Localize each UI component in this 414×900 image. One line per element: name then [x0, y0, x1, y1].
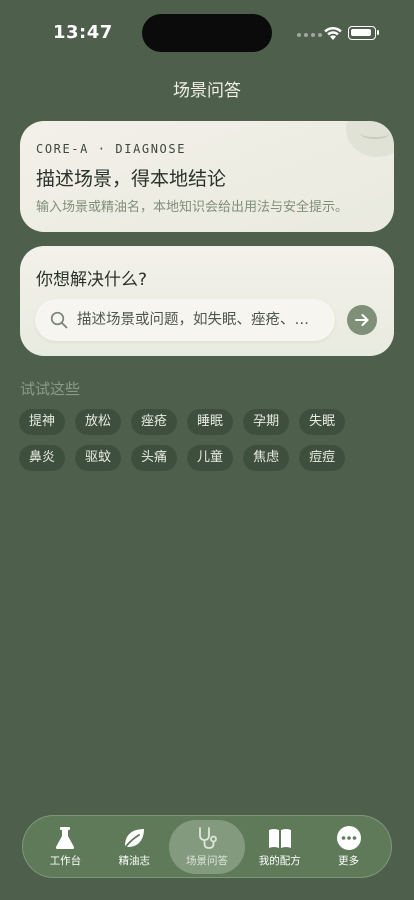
- tab-label: 更多: [338, 855, 360, 867]
- suggestion-chip[interactable]: 鼻炎: [19, 445, 66, 471]
- dynamic-island: [142, 14, 272, 52]
- leaf-icon: [123, 829, 145, 850]
- suggestion-chip[interactable]: 驱蚊: [75, 445, 122, 471]
- suggestion-chip[interactable]: 睡眠: [187, 409, 234, 435]
- intro-description: 输入场景或精油名，本地知识会给出用法与安全提示。: [36, 200, 349, 215]
- tab-label: 我的配方: [258, 855, 301, 867]
- tab-my-recipes[interactable]: 我的配方: [245, 820, 314, 874]
- tab-workbench[interactable]: 工作台: [31, 820, 100, 874]
- tab-scene-qa[interactable]: 场景问答: [168, 819, 246, 874]
- tab-more[interactable]: 更多: [314, 820, 383, 874]
- suggestion-chip[interactable]: 提神: [19, 409, 66, 435]
- stethoscope-icon: [199, 827, 217, 849]
- status-time: 13:47: [53, 22, 113, 43]
- more-icon: [336, 826, 361, 850]
- ask-card: 你想解决什么?: [20, 246, 394, 356]
- ask-title: 你想解决什么?: [36, 270, 148, 290]
- tab-label: 工作台: [49, 855, 82, 867]
- tab-label: 精油志: [118, 855, 151, 867]
- suggestion-chip[interactable]: 焦虑: [243, 445, 290, 471]
- suggestion-chip[interactable]: 孕期: [243, 409, 290, 435]
- search-input[interactable]: [77, 299, 327, 341]
- page-title: 场景问答: [173, 81, 241, 101]
- arrow-right-icon: [355, 314, 369, 326]
- wifi-icon: [324, 26, 342, 40]
- status-bar: 13:47: [0, 0, 414, 64]
- intro-tag: CORE-A · DIAGNOSE: [36, 142, 187, 156]
- submit-button[interactable]: [347, 305, 377, 335]
- intro-title: 描述场景，得本地结论: [36, 168, 227, 190]
- tab-oil-journal[interactable]: 精油志: [100, 820, 169, 874]
- cellular-signal-icon: [297, 33, 322, 37]
- suggestion-chip[interactable]: 儿童: [187, 445, 234, 471]
- leaf-decoration-icon: [346, 121, 394, 157]
- suggestion-chip[interactable]: 放松: [75, 409, 122, 435]
- battery-icon: [348, 26, 379, 40]
- book-icon: [268, 829, 291, 848]
- suggestion-chip[interactable]: 痤疮: [131, 409, 178, 435]
- suggestion-chips: 提神 放松 痤疮 睡眠 孕期 失眠 鼻炎 驱蚊 头痛 儿童 焦虑 痘痘: [19, 409, 399, 471]
- intro-card: CORE-A · DIAGNOSE 描述场景，得本地结论 输入场景或精油名，本地…: [20, 121, 394, 232]
- suggestion-chip[interactable]: 失眠: [299, 409, 346, 435]
- search-box[interactable]: [35, 299, 335, 341]
- suggestions-title: 试试这些: [20, 380, 81, 398]
- tab-label: 场景问答: [186, 855, 228, 867]
- suggestion-chip[interactable]: 痘痘: [299, 445, 346, 471]
- search-icon: [50, 311, 68, 329]
- suggestion-chip[interactable]: 头痛: [131, 445, 178, 471]
- tab-bar: 工作台 精油志 场景问答 我的配方 更多: [22, 815, 392, 878]
- flask-icon: [56, 827, 75, 849]
